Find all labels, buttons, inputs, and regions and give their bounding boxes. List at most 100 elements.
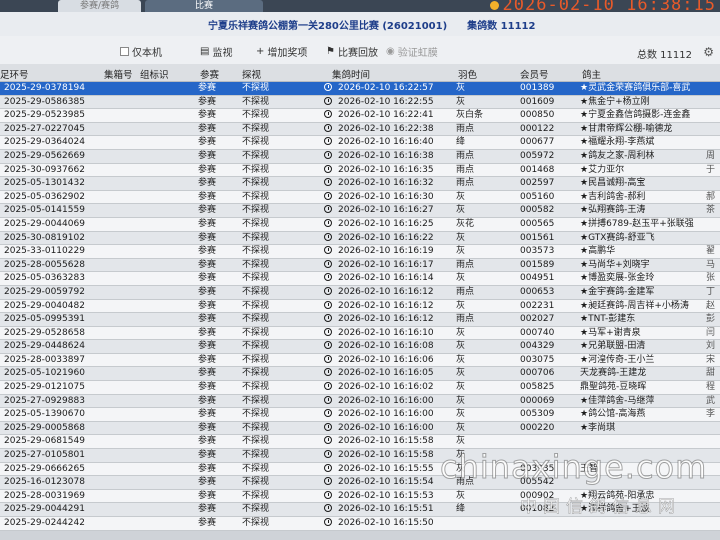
cell-member: 001561 — [520, 232, 555, 243]
cell-time-text: 2026-02-10 16:16:05 — [338, 368, 434, 379]
cell-ring: 2025-05-1021960 — [4, 368, 85, 379]
table-row[interactable]: 2025-27-0227045 参赛 不探视 2026-02-10 16:22:38 雨… — [0, 122, 720, 137]
table-row[interactable]: 2025-29-0681549 参赛 不探视 2026-02-10 16:15:58 灰 — [0, 435, 720, 450]
cell-watch: 不探视 — [242, 477, 270, 488]
verify-iris-button[interactable]: ◉ 验证虹膜 — [386, 44, 438, 59]
cell-ring: 2025-29-0364024 — [4, 137, 85, 148]
cell-time: 2026-02-10 16:15:58 — [324, 449, 434, 462]
race-reset-button[interactable]: ⚑ 比赛回放 — [326, 44, 378, 59]
only-local-checkbox[interactable]: 仅本机 — [120, 44, 162, 59]
table-row[interactable]: 2025-05-0362902 参赛 不探视 2026-02-10 16:16:30 灰… — [0, 190, 720, 205]
table-row[interactable]: 2025-29-0586385 参赛 不探视 2026-02-10 16:22:55 灰… — [0, 95, 720, 110]
monitor-button[interactable]: ▤ 监视 — [200, 44, 232, 59]
cell-watch: 不探视 — [242, 382, 270, 393]
cell-color: 雨点 — [456, 178, 475, 189]
table-row[interactable]: 2025-29-0005868 参赛 不探视 2026-02-10 16:16:00 灰… — [0, 421, 720, 436]
clock-icon — [324, 273, 332, 282]
only-local-label: 仅本机 — [132, 48, 162, 59]
cell-extra: 翟 — [706, 246, 716, 257]
tab-entries[interactable]: 参赛/赛鸽 — [58, 0, 142, 12]
cell-type: 参赛 — [198, 218, 217, 229]
cell-owner: ★弘翔赛鸽-王涛 — [580, 205, 646, 216]
cell-watch: 不探视 — [242, 123, 270, 134]
cell-extra: 郝 — [706, 191, 716, 202]
cell-type: 参赛 — [198, 314, 217, 325]
cell-watch: 不探视 — [242, 341, 270, 352]
cell-time-text: 2026-02-10 16:16:27 — [338, 205, 434, 216]
table-row[interactable]: 2025-05-1301432 参赛 不探视 2026-02-10 16:16:32 雨… — [0, 177, 720, 191]
cell-type: 参赛 — [198, 205, 217, 216]
add-item-button[interactable]: + 增加奖项 — [256, 44, 307, 59]
checkbox-box[interactable] — [120, 47, 129, 56]
clock-icon — [324, 205, 332, 214]
cell-time-text: 2026-02-10 16:16:25 — [338, 218, 434, 229]
table-row[interactable]: 2025-29-0562669 参赛 不探视 2026-02-10 16:16:38 雨… — [0, 149, 720, 164]
cell-watch: 不探视 — [242, 178, 270, 189]
cell-time: 2026-02-10 16:22:38 — [324, 123, 434, 136]
table-row[interactable]: 2025-05-0141559 参赛 不探视 2026-02-10 16:16:27 灰… — [0, 204, 720, 218]
cell-time: 2026-02-10 16:15:58 — [324, 435, 434, 448]
col-color[interactable]: 羽色 — [458, 67, 477, 81]
cell-type: 参赛 — [198, 463, 217, 474]
cell-time: 2026-02-10 16:15:54 — [324, 476, 434, 489]
race-title: 宁夏乐祥赛鸽公棚第一关280公里比赛 (26021001) — [208, 20, 448, 32]
col-group[interactable]: 组标识 — [140, 67, 169, 81]
cell-owner: ★高鹏华 — [580, 246, 616, 257]
cell-time: 2026-02-10 16:16:27 — [324, 204, 434, 217]
cell-time: 2026-02-10 16:16:00 — [324, 408, 434, 421]
table-row[interactable]: 2025-29-0044069 参赛 不探视 2026-02-10 16:16:25 灰… — [0, 217, 720, 232]
table-row[interactable]: 2025-30-0937662 参赛 不探视 2026-02-10 16:16:35 雨… — [0, 163, 720, 178]
table-row[interactable]: 2025-29-0121075 参赛 不探视 2026-02-10 16:16:02 灰… — [0, 381, 720, 395]
cell-color: 灰 — [456, 232, 466, 243]
cell-time-text: 2026-02-10 16:16:00 — [338, 409, 434, 420]
table-row[interactable]: 2025-29-0059792 参赛 不探视 2026-02-10 16:16:12 雨… — [0, 285, 720, 300]
cell-time-text: 2026-02-10 16:22:41 — [338, 110, 434, 121]
clock-status-icon — [489, 0, 499, 10]
clock-icon — [324, 137, 332, 146]
cell-member: 000069 — [520, 395, 555, 406]
table-row[interactable]: 2025-05-0995391 参赛 不探视 2026-02-10 16:16:12 雨… — [0, 313, 720, 327]
table-row[interactable]: 2025-30-0819102 参赛 不探视 2026-02-10 16:16:22 灰… — [0, 231, 720, 246]
cell-watch: 不探视 — [242, 286, 270, 297]
table-row[interactable]: 2025-28-0033897 参赛 不探视 2026-02-10 16:16:06 灰… — [0, 353, 720, 368]
table-row[interactable]: 2025-29-0523985 参赛 不探视 2026-02-10 16:22:41 灰… — [0, 109, 720, 123]
cell-color: 灰白条 — [456, 110, 484, 121]
table-row[interactable]: 2025-27-0929883 参赛 不探视 2026-02-10 16:16:00 灰… — [0, 394, 720, 409]
cell-watch: 不探视 — [242, 273, 270, 284]
cell-time-text: 2026-02-10 16:16:19 — [338, 246, 434, 257]
col-time[interactable]: 集鸽时间 — [332, 67, 370, 81]
col-cage[interactable]: 集箱号 — [104, 67, 133, 81]
cell-member: 003075 — [520, 354, 555, 365]
table-row[interactable]: 2025-05-1021960 参赛 不探视 2026-02-10 16:16:05 灰… — [0, 367, 720, 382]
cell-owner: ★马尚华+刘晓宇 — [580, 259, 650, 270]
cell-ring: 2025-30-0937662 — [4, 164, 85, 175]
table-row[interactable]: 2025-29-0364024 参赛 不探视 2026-02-10 16:16:40 绛… — [0, 136, 720, 150]
cell-type: 参赛 — [198, 259, 217, 270]
col-watch[interactable]: 探视 — [242, 67, 261, 81]
col-member[interactable]: 会员号 — [520, 67, 549, 81]
table-row[interactable]: 2025-29-0448624 参赛 不探视 2026-02-10 16:16:08 灰… — [0, 340, 720, 354]
cell-extra: 丁 — [706, 286, 716, 297]
table-row[interactable]: 2025-29-0528658 参赛 不探视 2026-02-10 16:16:10 灰… — [0, 326, 720, 341]
col-type[interactable]: 参赛 — [200, 67, 219, 81]
tab-race[interactable]: 比赛 — [145, 0, 264, 12]
cell-watch: 不探视 — [242, 450, 270, 461]
cell-member: 000582 — [520, 205, 555, 216]
cell-member: 005160 — [520, 191, 555, 202]
table-row[interactable]: 2025-29-0244242 参赛 不探视 2026-02-10 16:15:50 — [0, 517, 720, 531]
table-row[interactable]: 2025-29-0040482 参赛 不探视 2026-02-10 16:16:12 灰… — [0, 299, 720, 314]
table-row[interactable]: 2025-05-0363283 参赛 不探视 2026-02-10 16:16:14 灰… — [0, 272, 720, 286]
table-row[interactable]: 2025-33-0110229 参赛 不探视 2026-02-10 16:16:19 灰… — [0, 245, 720, 259]
cell-color: 雨点 — [456, 123, 475, 134]
col-ring[interactable]: 足环号 — [0, 67, 29, 81]
table-row[interactable]: 2025-28-0055628 参赛 不探视 2026-02-10 16:16:17 雨… — [0, 258, 720, 273]
table-row[interactable]: 2025-29-0378194 参赛 不探视 2026-02-10 16:22:57 灰… — [0, 82, 720, 96]
table-row[interactable]: 2025-05-1390670 参赛 不探视 2026-02-10 16:16:00 灰… — [0, 408, 720, 422]
clock-icon — [324, 504, 332, 513]
col-owner[interactable]: 鸽主 — [582, 67, 601, 81]
cell-type: 参赛 — [198, 83, 217, 93]
settings-gear-icon[interactable]: ⚙ — [703, 45, 714, 59]
cell-ring: 2025-29-0586385 — [4, 96, 85, 107]
cell-color: 灰 — [456, 422, 466, 433]
cell-color: 灰 — [456, 191, 466, 202]
